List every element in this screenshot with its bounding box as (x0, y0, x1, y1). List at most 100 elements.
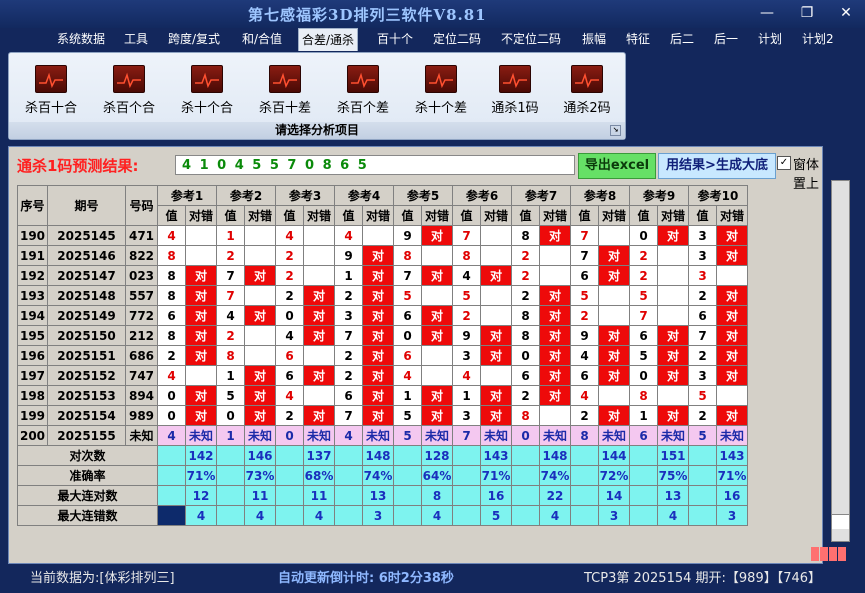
summary-value: 4 (244, 505, 276, 526)
header-ref-3[interactable]: 参考3 (275, 185, 335, 206)
export-excel-button[interactable]: 导出excel (578, 153, 656, 179)
table-row[interactable]: 198 2025153 894 0 对 5 对 4 6 对 1 对 1 对 2 对 4 8 5 (17, 385, 748, 406)
generate-base-button[interactable]: 用结果>生成大底 (658, 153, 776, 179)
subheader-value: 值 (511, 205, 540, 226)
header-ref-5[interactable]: 参考5 (393, 185, 453, 206)
ref-hit: 对 (362, 285, 394, 306)
vertical-scrollbar[interactable] (831, 180, 850, 542)
summary-value: 16 (716, 485, 748, 506)
summary-value: 74% (362, 465, 394, 486)
header-ref-1[interactable]: 参考1 (157, 185, 217, 206)
header-ref-6[interactable]: 参考6 (452, 185, 512, 206)
row-period: 2025149 (47, 305, 126, 326)
table-row[interactable]: 194 2025149 772 6 对 4 对 0 对 3 对 6 对 2 8 对 2 7 6 对 (17, 305, 748, 326)
ref-hit (657, 265, 689, 286)
table-row[interactable]: 191 2025146 822 8 2 2 9 对 8 8 2 7 对 2 3 对 (17, 245, 748, 266)
minimize-icon[interactable]: — (755, 5, 779, 21)
menu-feature[interactable]: 特征 (626, 30, 650, 48)
menu-plan[interactable]: 计划 (758, 30, 782, 48)
summary-value: 22 (539, 485, 571, 506)
header-ref-8[interactable]: 参考8 (570, 185, 630, 206)
ref-value: 8 (511, 305, 540, 326)
ref-value: 2 (275, 245, 304, 266)
table-row[interactable]: 193 2025148 557 8 对 7 2 对 2 对 5 5 2 对 5 5 2 对 (17, 285, 748, 306)
pending-row[interactable]: 200 2025155 未知 4 未知 1 未知 0 未知 4 未知 5 未知 7 未知 0 未知 8 未知 6 未知 5… (17, 425, 748, 446)
ref-hit: 对 (657, 345, 689, 366)
summary-spacer (157, 485, 186, 506)
summary-row: 对次数 142 146 137 148 128 143 148 144 151 143 (17, 445, 748, 466)
menu-last-two[interactable]: 后二 (670, 30, 694, 48)
ref-hit: 对 (244, 265, 276, 286)
close-icon[interactable]: ✕ (834, 5, 858, 21)
ref-hit (657, 285, 689, 306)
ref-value: 0 (511, 425, 540, 446)
menu-nonposition-two[interactable]: 不定位二码 (501, 30, 561, 48)
kill-one-code-button[interactable]: 通杀1码 (477, 65, 553, 116)
menu-sum[interactable]: 和/合值 (242, 30, 282, 48)
prediction-output[interactable]: 4 1 0 4 5 5 7 0 8 6 5 (175, 155, 575, 175)
chart-icon (113, 65, 145, 93)
menu-amplitude[interactable]: 振幅 (582, 30, 606, 48)
ref-value: 8 (157, 285, 186, 306)
ref-hit (598, 285, 630, 306)
kill-bai-shi-diff-button[interactable]: 杀百十差 (247, 65, 323, 116)
row-period: 2025146 (47, 245, 126, 266)
ref-hit (539, 405, 571, 426)
table-row[interactable]: 196 2025151 686 2 对 8 6 2 对 6 3 对 0 对 4 对 5 对 2 对 (17, 345, 748, 366)
summary-spacer (157, 505, 186, 526)
table-row[interactable]: 195 2025150 212 8 对 2 4 对 7 对 0 对 9 对 8 对 9 对 6 对 7 对 (17, 325, 748, 346)
ref-value: 2 (334, 365, 363, 386)
header-ref-7[interactable]: 参考7 (511, 185, 571, 206)
row-number: 747 (125, 365, 158, 386)
row-seq: 194 (17, 305, 48, 326)
summary-value: 11 (303, 485, 335, 506)
topmost-checkbox[interactable]: ✓ (777, 156, 791, 170)
kill-shi-ge-diff-button[interactable]: 杀十个差 (403, 65, 479, 116)
subheader-hit: 对错 (657, 205, 689, 226)
summary-value: 68% (303, 465, 335, 486)
menu-system-data[interactable]: 系统数据 (57, 30, 105, 48)
menu-bai-shi-ge[interactable]: 百十个 (377, 30, 413, 48)
expand-icon[interactable]: ↘ (610, 125, 621, 136)
restore-icon[interactable]: ❐ (795, 5, 819, 21)
scroll-thumb[interactable] (832, 514, 849, 529)
header-ref-10[interactable]: 参考10 (688, 185, 748, 206)
subheader-value: 值 (629, 205, 658, 226)
header-ref-4[interactable]: 参考4 (334, 185, 394, 206)
ref-hit (244, 285, 276, 306)
menu-sumdiff-kill[interactable]: 合差/通杀 (298, 28, 359, 51)
ref-hit (716, 385, 748, 406)
table-row[interactable]: 190 2025145 471 4 1 4 4 9 对 7 8 对 7 0 对 3 对 (17, 225, 748, 246)
kill-shi-ge-sum-button[interactable]: 杀十个合 (169, 65, 245, 116)
summary-spacer (629, 445, 658, 466)
menu-last-one[interactable]: 后一 (714, 30, 738, 48)
kill-bai-ge-diff-button[interactable]: 杀百个差 (325, 65, 401, 116)
kill-bai-ge-sum-button[interactable]: 杀百个合 (91, 65, 167, 116)
menu-position-two[interactable]: 定位二码 (433, 30, 481, 48)
row-seq: 197 (17, 365, 48, 386)
menu-plan2[interactable]: 计划2 (802, 30, 834, 48)
menu-tools[interactable]: 工具 (124, 30, 148, 48)
ref-hit: 未知 (716, 425, 748, 446)
menu-span-combo[interactable]: 跨度/复式 (168, 30, 220, 48)
table-row[interactable]: 192 2025147 023 8 对 7 对 2 1 对 7 对 4 对 2 6 对 2 3 (17, 265, 748, 286)
row-period: 2025154 (47, 405, 126, 426)
ref-hit: 对 (362, 305, 394, 326)
ref-value: 1 (334, 265, 363, 286)
header-ref-9[interactable]: 参考9 (629, 185, 689, 206)
ref-hit: 对 (185, 325, 217, 346)
table-row[interactable]: 199 2025154 989 0 对 0 对 2 对 7 对 5 对 3 对 8 2 对 1 对 2 对 (17, 405, 748, 426)
table-row[interactable]: 197 2025152 747 4 1 对 6 对 2 对 4 4 6 对 6 对 0 对 3 对 (17, 365, 748, 386)
ref-value: 2 (629, 245, 658, 266)
ref-hit: 对 (598, 345, 630, 366)
header-ref-2[interactable]: 参考2 (216, 185, 276, 206)
ref-value: 6 (688, 305, 717, 326)
ref-hit (244, 345, 276, 366)
kill-bai-shi-sum-button[interactable]: 杀百十合 (13, 65, 89, 116)
summary-value: 71% (716, 465, 748, 486)
ref-value: 7 (452, 225, 481, 246)
summary-spacer (629, 465, 658, 486)
kill-two-code-button[interactable]: 通杀2码 (549, 65, 625, 116)
summary-value: 148 (539, 445, 571, 466)
ref-value: 8 (511, 405, 540, 426)
